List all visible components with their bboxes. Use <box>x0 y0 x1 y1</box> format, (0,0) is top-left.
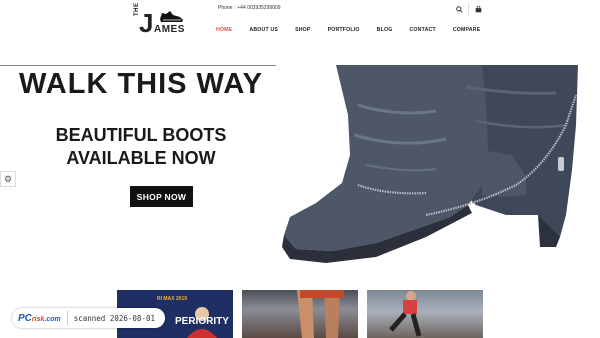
site-logo[interactable]: THE J AMES <box>130 3 190 40</box>
sneaker-logo-icon <box>160 11 183 22</box>
pcrisk-brand-rest: risk <box>31 315 45 323</box>
runner-legs-image <box>297 290 344 338</box>
nav-item-portfolio[interactable]: PORTFOLIO <box>328 27 360 33</box>
hero-title: WALK THIS WAY <box>19 68 263 100</box>
nav-item-blog[interactable]: BLOG <box>377 27 393 33</box>
logo-j-letter: J <box>139 8 154 38</box>
cart-icon[interactable] <box>469 2 487 16</box>
phone-number[interactable]: +44 003935299009 <box>237 5 280 11</box>
search-icon[interactable] <box>450 2 468 16</box>
scan-watermark: PCrisk.com scanned 2026-08-01 <box>12 308 165 328</box>
pcrisk-logo: PCrisk.com <box>18 313 61 324</box>
shop-now-button[interactable]: SHOP NOW <box>130 186 193 207</box>
nav-item-about-us[interactable]: ABOUT US <box>249 27 278 33</box>
nav-item-shop[interactable]: SHOP <box>295 27 311 33</box>
header-icons <box>450 2 487 16</box>
gear-icon[interactable]: ⚙ <box>0 171 16 187</box>
logo-ames-text: AMES <box>154 24 185 35</box>
nav-item-compare[interactable]: COMPARE <box>453 27 481 33</box>
nav-item-home[interactable]: HOME <box>216 27 232 33</box>
main-nav: HOME ABOUT US SHOP PORTFOLIO BLOG CONTAC… <box>216 27 497 33</box>
hero-subtitle-line2: AVAILABLE NOW <box>66 148 216 168</box>
scan-date-text: scanned 2026-08-01 <box>73 313 155 323</box>
watermark-divider <box>66 311 68 325</box>
phone-label: Phone : <box>218 5 236 11</box>
running-woman-image <box>389 291 422 337</box>
nav-item-contact[interactable]: CONTACT <box>409 27 435 33</box>
hero-boots-image <box>276 65 600 268</box>
header-divider <box>0 65 276 66</box>
pcrisk-brand: PC <box>18 312 32 324</box>
phone-info: Phone : +44 003935299009 <box>218 5 281 11</box>
blog-thumbnail-2[interactable] <box>242 290 358 338</box>
hero-subtitle: BEAUTIFUL BOOTS AVAILABLE NOW <box>0 124 282 170</box>
thumbnail-big-text: PERIORITY <box>175 316 229 327</box>
blog-thumbnail-3[interactable] <box>367 290 483 338</box>
pcrisk-brand-suffix: .com <box>44 315 61 323</box>
hero-subtitle-line1: BEAUTIFUL BOOTS <box>55 125 227 145</box>
